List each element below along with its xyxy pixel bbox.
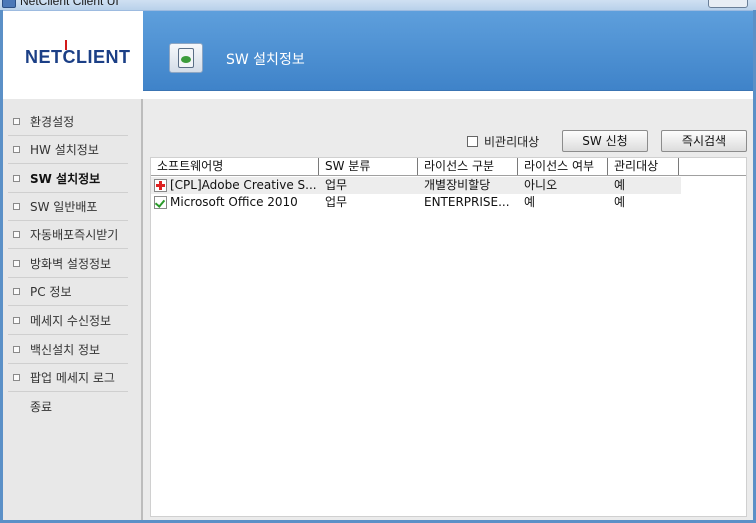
table-row[interactable]: Microsoft Office 2010 업무 ENTERPRISE... 예… xyxy=(151,194,681,211)
red-cross-icon xyxy=(154,179,167,192)
bullet-icon xyxy=(13,317,20,324)
sidebar-item-label: HW 설치정보 xyxy=(30,143,99,157)
cell-sw-category: 업무 xyxy=(325,178,348,192)
sidebar-item-hw-info[interactable]: HW 설치정보 xyxy=(8,136,128,164)
main-content: 비관리대상 SW 신청 즉시검색 소프트웨어명 SW 분류 라이선스 구분 라이… xyxy=(143,99,753,520)
unmanaged-checkbox[interactable] xyxy=(467,136,478,147)
sidebar-item-label: 메세지 수신정보 xyxy=(30,314,112,328)
sidebar-item-label: SW 일반배포 xyxy=(30,200,98,214)
app-icon xyxy=(2,0,16,8)
bullet-icon xyxy=(13,203,20,210)
sidebar-item-label: 환경설정 xyxy=(30,115,75,129)
sidebar-item-settings[interactable]: 환경설정 xyxy=(8,108,128,136)
cell-licensed: 예 xyxy=(524,195,536,209)
cell-software-name: [CPL]Adobe Creative S... xyxy=(170,178,317,192)
cell-license-type: 개별장비할당 xyxy=(424,178,491,192)
sidebar-item-sw-info[interactable]: SW 설치정보 xyxy=(8,165,128,193)
sw-request-button[interactable]: SW 신청 xyxy=(562,130,648,152)
sidebar-item-pc-info[interactable]: PC 정보 xyxy=(8,278,128,306)
sidebar-item-label: 자동배포즉시받기 xyxy=(30,228,119,242)
sidebar-item-label: 팝업 메세지 로그 xyxy=(30,371,115,385)
column-header-licensed[interactable]: 라이선스 여부 xyxy=(518,158,608,175)
sidebar-item-exit[interactable]: 종료 xyxy=(8,392,128,420)
bullet-icon xyxy=(13,118,20,125)
sidebar-item-label: SW 설치정보 xyxy=(30,172,101,186)
bullet-icon xyxy=(13,288,20,295)
bullet-icon xyxy=(13,231,20,238)
sidebar-item-messages[interactable]: 메세지 수신정보 xyxy=(8,307,128,335)
column-header-software-name[interactable]: 소프트웨어명 xyxy=(151,158,319,175)
window-title: NetClient Client UI xyxy=(20,0,119,8)
bullet-icon xyxy=(13,374,20,381)
list-header: 소프트웨어명 SW 분류 라이선스 구분 라이선스 여부 관리대상 xyxy=(151,158,746,176)
cell-sw-category: 업무 xyxy=(325,195,348,209)
sidebar-item-label: 백신설치 정보 xyxy=(30,343,101,357)
sidebar: 환경설정 HW 설치정보 SW 설치정보 SW 일반배포 자동배포즉시받기 방화… xyxy=(3,99,143,520)
logo-area: NETCLIENT xyxy=(3,11,143,91)
sidebar-item-label: 방화벽 설정정보 xyxy=(30,257,112,271)
window-title-bar: NetClient Client UI xyxy=(0,0,756,10)
table-row[interactable]: [CPL]Adobe Creative S... 업무 개별장비할당 아니오 예 xyxy=(151,177,681,194)
unmanaged-filter[interactable]: 비관리대상 xyxy=(467,133,539,150)
sidebar-item-popup-log[interactable]: 팝업 메세지 로그 xyxy=(8,364,128,392)
sidebar-item-label: 종료 xyxy=(30,399,53,414)
cell-software-name: Microsoft Office 2010 xyxy=(170,195,298,209)
bullet-icon xyxy=(13,346,20,353)
app-frame: NETCLIENT SW 설치정보 환경설정 HW 설치정보 SW 설치정보 S… xyxy=(0,10,756,523)
window-control-button[interactable] xyxy=(708,0,748,8)
column-header-managed[interactable]: 관리대상 xyxy=(608,158,679,175)
bullet-icon xyxy=(13,146,20,153)
sidebar-item-sw-distribution[interactable]: SW 일반배포 xyxy=(8,193,128,221)
column-header-sw-category[interactable]: SW 분류 xyxy=(319,158,418,175)
bullet-icon xyxy=(13,175,20,182)
cell-managed: 예 xyxy=(614,195,626,209)
software-install-icon xyxy=(169,43,203,73)
sidebar-item-antivirus[interactable]: 백신설치 정보 xyxy=(8,336,128,364)
sidebar-item-firewall[interactable]: 방화벽 설정정보 xyxy=(8,250,128,278)
column-header-license-type[interactable]: 라이선스 구분 xyxy=(418,158,518,175)
instant-search-button[interactable]: 즉시검색 xyxy=(661,130,747,152)
cell-licensed: 아니오 xyxy=(524,178,558,192)
software-list[interactable]: 소프트웨어명 SW 분류 라이선스 구분 라이선스 여부 관리대상 [CPL]A… xyxy=(150,157,747,517)
sidebar-item-label: PC 정보 xyxy=(30,285,72,299)
page-title: SW 설치정보 xyxy=(226,52,305,68)
green-check-icon xyxy=(154,196,167,209)
cell-license-type: ENTERPRISE... xyxy=(424,195,510,209)
header-banner: SW 설치정보 xyxy=(143,11,753,91)
unmanaged-label: 비관리대상 xyxy=(484,135,540,149)
bullet-icon xyxy=(13,260,20,267)
logo: NETCLIENT xyxy=(25,47,131,67)
sidebar-item-auto-deploy[interactable]: 자동배포즉시받기 xyxy=(8,221,128,249)
header: NETCLIENT SW 설치정보 xyxy=(3,10,753,91)
cell-managed: 예 xyxy=(614,178,626,192)
